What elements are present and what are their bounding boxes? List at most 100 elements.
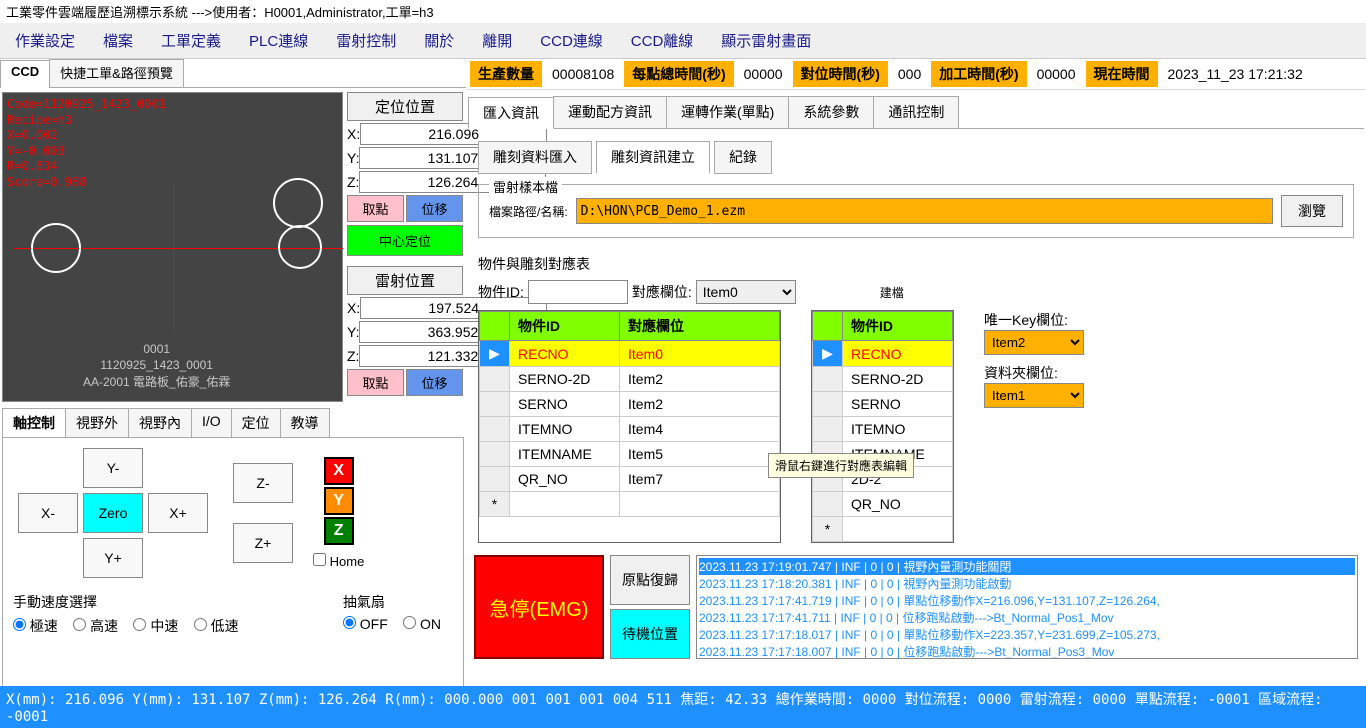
cam-text: 1120925_1423_0001 [83,357,230,374]
table-row[interactable]: QR_NOItem7 [480,467,780,492]
menu-item[interactable]: 雷射控制 [323,25,409,56]
table-row[interactable]: ITEMNAMEItem5 [480,442,780,467]
log-line: 2023.11.23 17:17:18.017 | INF | 0 | 0 | … [699,626,1355,643]
rtab2-log[interactable]: 紀錄 [714,141,772,174]
folder-label: 資料夾欄位: [984,363,1084,383]
home-checkbox-label[interactable]: Home [313,553,364,569]
x-axis-badge[interactable]: X [324,457,354,485]
menu-item[interactable]: 工單定義 [148,25,234,56]
fiducial-circle [31,223,81,273]
table-row[interactable]: SERNO-2DItem2 [480,367,780,392]
objid-input[interactable] [528,280,628,304]
tab-view-out[interactable]: 視野外 [65,408,129,437]
menu-item[interactable]: 檔案 [90,25,146,56]
table-row[interactable]: ▶RECNOItem0 [480,341,780,367]
camera-info-overlay: Code=1120925_1423_0001 Recipe=h3 X=0.002… [7,97,166,191]
log-line: 2023.11.23 17:18:20.381 | INF | 0 | 0 | … [699,575,1355,592]
rtab2-import[interactable]: 雕刻資料匯入 [478,141,592,174]
key-label: 唯一Key欄位: [984,310,1084,330]
table-row[interactable]: ITEMNOItem4 [480,417,780,442]
fiducial-circle [273,178,323,228]
speed-radio-fast[interactable]: 高速 [73,618,118,634]
emergency-stop-button[interactable]: 急停(EMG) [474,555,604,659]
rtab-run[interactable]: 運轉作業(單點) [666,96,789,128]
tab-quick[interactable]: 快捷工單&路徑預覽 [49,59,184,87]
menu-item[interactable]: CCD離線 [618,25,707,56]
align-cancel-button[interactable]: 取點 [347,195,404,222]
log-console[interactable]: 2023.11.23 17:19:01.747 | INF | 0 | 0 | … [696,555,1358,659]
fan-off-radio[interactable]: OFF [343,616,388,632]
home-return-button[interactable]: 原點復歸 [610,555,690,605]
table-row[interactable]: SERNOItem2 [480,392,780,417]
rtab-sys[interactable]: 系統參數 [788,96,874,128]
rtab2-build[interactable]: 雕刻資訊建立 [596,141,710,174]
rtab-comm[interactable]: 通訊控制 [873,96,959,128]
nowtime-value: 2023_11_23 17:21:32 [1164,64,1307,84]
align-pos-title: 定位位置 [347,92,463,121]
cam-text: AA-2001 電路板_佑豪_佑霖 [83,374,230,391]
standby-button[interactable]: 待機位置 [610,609,690,659]
align-move-button[interactable]: 位移 [406,195,463,222]
table-row[interactable]: * [480,492,780,517]
menu-item[interactable]: CCD連線 [527,25,616,56]
objid-label: 物件ID: [478,282,524,302]
log-line: 2023.11.23 17:17:41.719 | INF | 0 | 0 | … [699,592,1355,609]
x-label: X: [347,300,360,316]
rtab-import[interactable]: 匯入資訊 [468,97,554,129]
tooltip: 滑鼠右鍵進行對應表編輯 [768,453,914,478]
mapping-table[interactable]: 物件ID對應欄位 ▶RECNOItem0 SERNO-2DItem2 SERNO… [478,310,781,543]
key-select[interactable]: Item2 [984,330,1084,355]
browse-button[interactable]: 瀏覽 [1281,195,1343,227]
laser-cancel-button[interactable]: 取點 [347,369,404,396]
table-row[interactable]: SERNO [813,392,953,417]
x-label: X: [347,126,360,142]
table-row[interactable]: ITEMNO [813,417,953,442]
speed-radio-med[interactable]: 中速 [133,618,178,634]
z-label: Z: [347,348,359,364]
path-label: 檔案路徑/名稱: [489,203,568,220]
tab-ccd[interactable]: CCD [0,60,50,88]
jog-zero-button[interactable]: Zero [83,493,143,533]
menu-item[interactable]: 離開 [469,25,525,56]
tab-align[interactable]: 定位 [231,408,281,437]
z-axis-badge[interactable]: Z [324,517,354,545]
archive-label: 建檔 [880,284,904,301]
jog-z-plus-button[interactable]: Z+ [233,523,293,563]
table-row[interactable]: * [813,517,953,542]
table-row[interactable]: ▶RECNO [813,341,953,367]
field-select[interactable]: Item0 [696,280,796,304]
menu-item[interactable]: 關於 [411,25,467,56]
tab-teach[interactable]: 教導 [280,408,330,437]
fan-on-radio[interactable]: ON [403,616,441,632]
aligntime-label: 對位時間(秒) [793,61,888,87]
tab-view-in[interactable]: 視野內 [128,408,192,437]
archive-table[interactable]: 物件ID ▶RECNO SERNO-2D SERNO ITEMNO ITEMNA… [811,310,954,543]
rtab-motion[interactable]: 運動配方資訊 [553,96,667,128]
y-axis-badge[interactable]: Y [324,487,354,515]
center-align-button[interactable]: 中心定位 [347,225,463,256]
jog-y-plus-button[interactable]: Y+ [83,538,143,578]
laser-pos-title: 雷射位置 [347,266,463,295]
laser-move-button[interactable]: 位移 [406,369,463,396]
menu-item[interactable]: 作業設定 [2,25,88,56]
home-checkbox[interactable] [313,553,326,566]
table-row[interactable]: QR_NO [813,492,953,517]
table-row[interactable]: SERNO-2D [813,367,953,392]
col-header: 對應欄位 [620,312,780,341]
menu-item[interactable]: PLC連線 [236,25,321,56]
menu-item[interactable]: 顯示雷射畫面 [708,25,824,56]
tab-io[interactable]: I/O [191,408,232,437]
jog-x-minus-button[interactable]: X- [18,493,78,533]
file-path-input[interactable] [576,198,1273,224]
crosshair-v [173,183,174,333]
jog-y-minus-button[interactable]: Y- [83,448,143,488]
tab-axis[interactable]: 軸控制 [2,408,66,437]
log-line: 2023.11.23 17:17:18.007 | INF | 0 | 0 | … [699,643,1355,659]
jog-x-plus-button[interactable]: X+ [148,493,208,533]
file-group-title: 雷射樣本檔 [489,177,562,196]
speed-radio-slow[interactable]: 低速 [194,618,239,634]
map-title: 物件與雕刻對應表 [478,254,1354,274]
speed-radio-fastest[interactable]: 極速 [13,618,58,634]
folder-select[interactable]: Item1 [984,383,1084,408]
jog-z-minus-button[interactable]: Z- [233,463,293,503]
